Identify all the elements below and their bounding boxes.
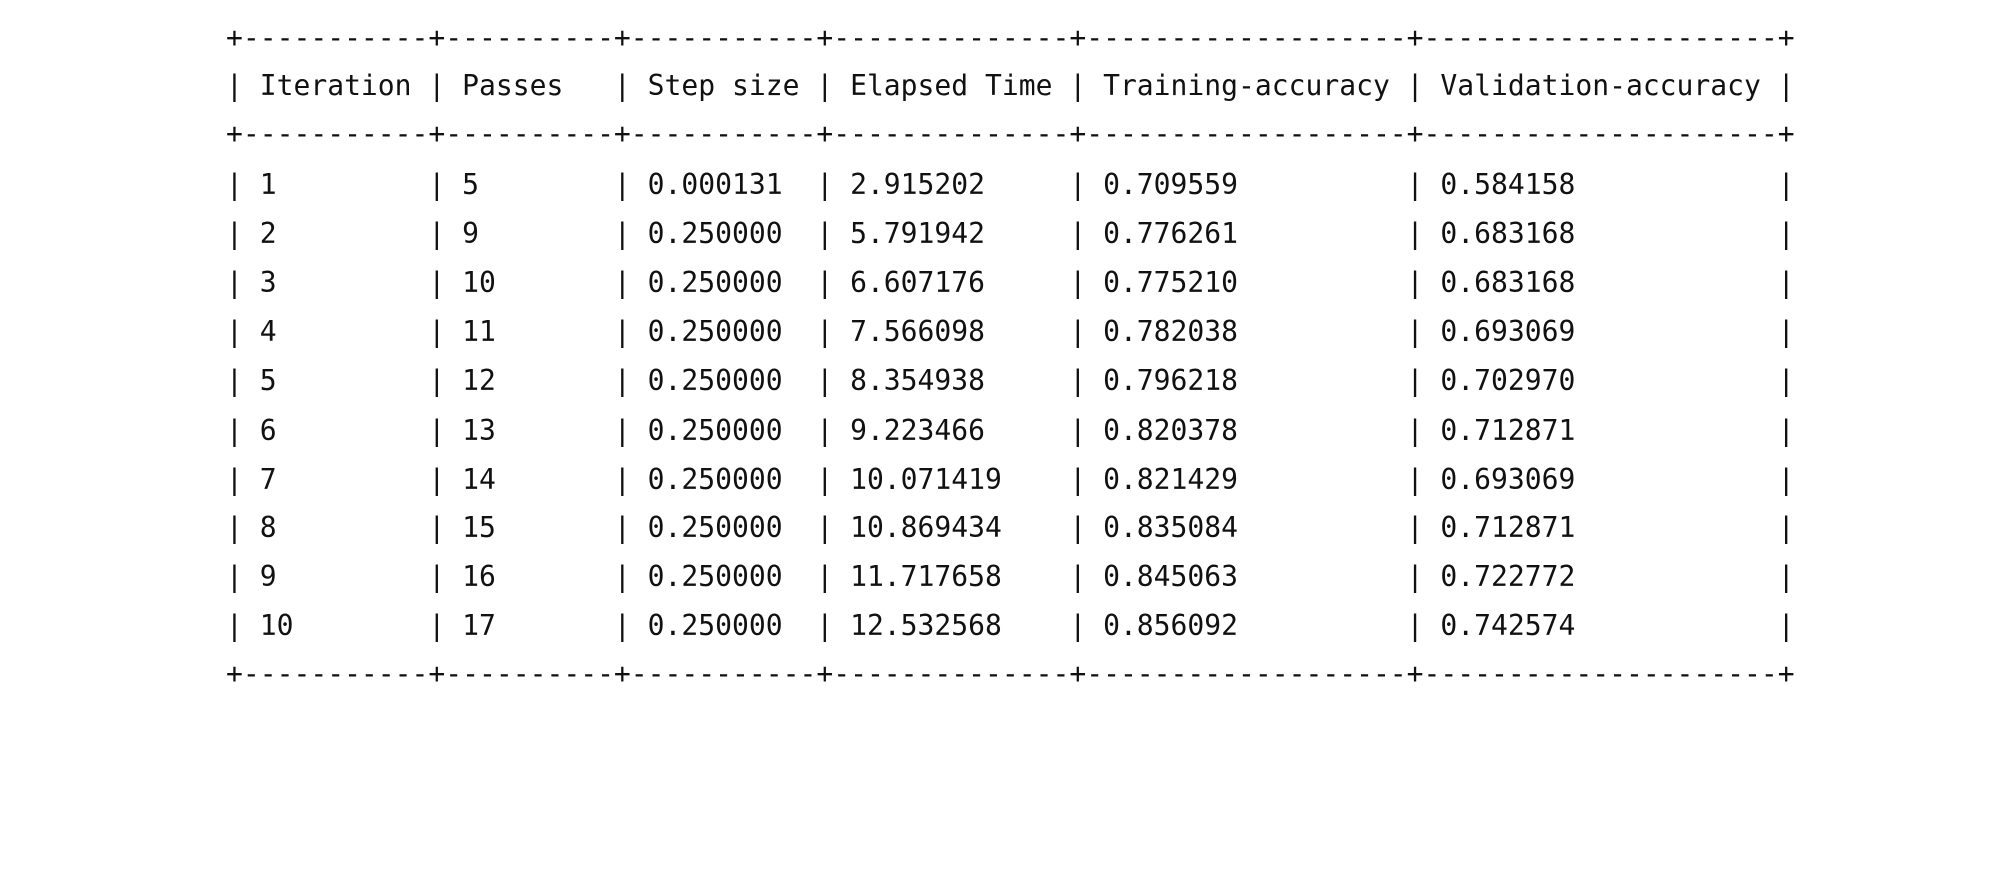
table-header-row: | Iteration | Passes | Step size | Elaps… (226, 69, 1795, 102)
table-border-header: +-----------+----------+-----------+----… (226, 117, 1795, 150)
table-row: | 8 | 15 | 0.250000 | 10.869434 | 0.8350… (226, 511, 1795, 544)
table-row: | 3 | 10 | 0.250000 | 6.607176 | 0.77521… (226, 266, 1795, 299)
table-border-top: +-----------+----------+-----------+----… (226, 21, 1795, 54)
table-row: | 2 | 9 | 0.250000 | 5.791942 | 0.776261… (226, 217, 1795, 250)
table-row: | 5 | 12 | 0.250000 | 8.354938 | 0.79621… (226, 364, 1795, 397)
table-border-bottom: +-----------+----------+-----------+----… (226, 657, 1795, 690)
table-row: | 9 | 16 | 0.250000 | 11.717658 | 0.8450… (226, 560, 1795, 593)
table-row: | 1 | 5 | 0.000131 | 2.915202 | 0.709559… (226, 168, 1795, 201)
table-row: | 4 | 11 | 0.250000 | 7.566098 | 0.78203… (226, 315, 1795, 348)
table-row: | 6 | 13 | 0.250000 | 9.223466 | 0.82037… (226, 414, 1795, 447)
training-progress-table: +-----------+----------+-----------+----… (0, 0, 1994, 886)
table-row: | 10 | 17 | 0.250000 | 12.532568 | 0.856… (226, 609, 1795, 642)
table-row: | 7 | 14 | 0.250000 | 10.071419 | 0.8214… (226, 463, 1795, 496)
